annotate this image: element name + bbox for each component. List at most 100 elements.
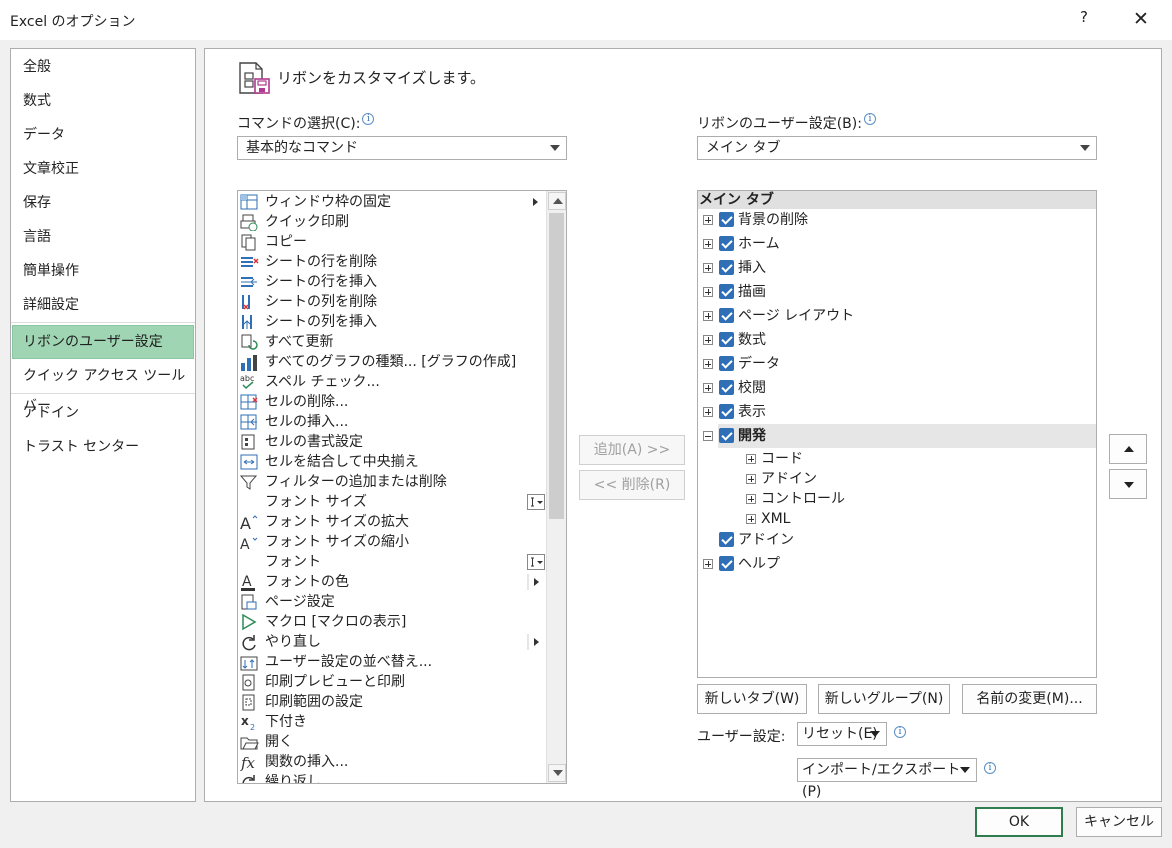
tab-checkbox[interactable]: [719, 356, 734, 371]
command-item[interactable]: x 2 下付き: [238, 712, 526, 732]
command-item[interactable]: クイック印刷: [238, 212, 526, 232]
info-icon[interactable]: i: [362, 113, 375, 125]
command-item[interactable]: 開く: [238, 732, 526, 752]
expand-icon[interactable]: [703, 311, 713, 321]
expand-icon[interactable]: [703, 263, 713, 273]
nav-item-general[interactable]: 全般: [23, 52, 51, 82]
ribbon-tabs-dropdown[interactable]: メイン タブ: [697, 136, 1097, 160]
command-item[interactable]: 印刷プレビューと印刷: [238, 672, 526, 692]
expand-icon[interactable]: [746, 474, 756, 484]
tab-checkbox[interactable]: [719, 332, 734, 347]
command-item[interactable]: シートの行を挿入: [238, 272, 526, 292]
command-item[interactable]: シートの列を削除: [238, 292, 526, 312]
command-item[interactable]: ユーザー設定の並べ替え...: [238, 652, 526, 672]
tab-checkbox[interactable]: [719, 556, 734, 571]
info-icon[interactable]: i: [894, 726, 906, 738]
nav-item-save[interactable]: 保存: [23, 188, 51, 218]
reset-dropdown[interactable]: リセット(E): [797, 722, 887, 746]
info-icon[interactable]: i: [863, 113, 876, 125]
nav-item-formulas[interactable]: 数式: [23, 86, 51, 116]
help-button[interactable]: ?: [1076, 8, 1092, 30]
panel-heading: リボンをカスタマイズします。: [277, 69, 486, 87]
command-item[interactable]: マクロ [マクロの表示]: [238, 612, 526, 632]
close-button[interactable]: ✕: [1128, 4, 1154, 34]
command-item[interactable]: 繰り返し: [238, 772, 526, 783]
command-item[interactable]: fx 関数の挿入...: [238, 752, 526, 772]
move-down-button[interactable]: [1109, 469, 1147, 499]
command-item[interactable]: 印刷範囲の設定: [238, 692, 526, 712]
tab-checkbox[interactable]: [719, 380, 734, 395]
command-item[interactable]: A フォント サイズの縮小: [238, 532, 526, 552]
expand-icon[interactable]: [703, 239, 713, 249]
expand-icon[interactable]: [703, 287, 713, 297]
ribbon-tab-item[interactable]: 開発: [703, 424, 1096, 448]
scroll-up-button[interactable]: [548, 192, 566, 210]
tab-checkbox[interactable]: [719, 284, 734, 299]
rename-button[interactable]: 名前の変更(M)...: [962, 684, 1097, 714]
command-item[interactable]: シートの列を挿入: [238, 312, 526, 332]
expand-icon[interactable]: [703, 407, 713, 417]
expand-icon[interactable]: [746, 494, 756, 504]
freeze-panes-icon: [240, 194, 258, 210]
scroll-thumb[interactable]: [549, 213, 564, 519]
nav-item-addins[interactable]: アドイン: [23, 398, 79, 428]
ok-button[interactable]: OK: [975, 807, 1063, 837]
cancel-button[interactable]: キャンセル: [1076, 807, 1162, 837]
command-item[interactable]: A フォント サイズの拡大: [238, 512, 526, 532]
command-item[interactable]: フォント サイズ: [238, 492, 545, 512]
tab-checkbox[interactable]: [719, 236, 734, 251]
commands-scrollbar[interactable]: [546, 191, 566, 783]
new-group-button[interactable]: 新しいグループ(N): [818, 684, 950, 714]
command-item[interactable]: ページ設定: [238, 592, 526, 612]
tab-checkbox[interactable]: [719, 404, 734, 419]
command-item[interactable]: セルの書式設定: [238, 432, 526, 452]
tab-checkbox[interactable]: [719, 428, 734, 443]
command-item[interactable]: abc スペル チェック...: [238, 372, 526, 392]
expand-icon[interactable]: [703, 383, 713, 393]
remove-button[interactable]: << 削除(R): [579, 470, 685, 500]
command-item[interactable]: やり直し: [238, 632, 539, 652]
nav-item-accessibility[interactable]: 簡単操作: [23, 256, 79, 286]
nav-item-quick-access-toolbar[interactable]: クイック アクセス ツール バー: [23, 361, 195, 414]
add-button[interactable]: 追加(A) >>: [579, 435, 685, 465]
command-item[interactable]: すべてのグラフの種類... [グラフの作成]: [238, 352, 526, 372]
tree-item-label: コード: [761, 451, 803, 467]
scroll-down-button[interactable]: [548, 764, 566, 782]
command-item[interactable]: セルを結合して中央揃え: [238, 452, 526, 472]
expand-icon[interactable]: [703, 335, 713, 345]
nav-item-data[interactable]: データ: [23, 120, 65, 150]
expand-icon[interactable]: [746, 514, 756, 524]
collapse-icon[interactable]: [703, 431, 713, 441]
nav-item-language[interactable]: 言語: [23, 222, 51, 252]
tab-checkbox[interactable]: [719, 532, 734, 547]
info-icon[interactable]: i: [984, 762, 996, 774]
expand-icon[interactable]: [703, 215, 713, 225]
command-item[interactable]: ウィンドウ枠の固定: [238, 192, 538, 212]
command-item[interactable]: すべて更新: [238, 332, 526, 352]
expand-icon[interactable]: [703, 359, 713, 369]
commands-list[interactable]: ウィンドウ枠の固定 クイック印刷 コピー シートの行を削除 シートの行を挿入 シートの列を…: [237, 190, 567, 784]
nav-item-customize-ribbon[interactable]: リボンのユーザー設定: [12, 325, 194, 359]
command-item[interactable]: A フォントの色: [238, 572, 539, 592]
command-item[interactable]: フォント: [238, 552, 545, 572]
delete-row-icon: [241, 257, 259, 267]
tab-checkbox[interactable]: [719, 308, 734, 323]
new-tab-button[interactable]: 新しいタブ(W): [697, 684, 807, 714]
ribbon-tree[interactable]: メイン タブ 背景の削除 ホーム 挿入 描画 ページ レイアウト 数式 データ 校閲 表示 開発コ…: [697, 190, 1097, 678]
nav-item-advanced[interactable]: 詳細設定: [23, 290, 79, 320]
nav-item-trust-center[interactable]: トラスト センター: [23, 432, 139, 462]
reset-label: リセット(E): [802, 726, 878, 742]
choose-commands-dropdown[interactable]: 基本的なコマンド: [237, 136, 567, 160]
command-item[interactable]: コピー: [238, 232, 526, 252]
command-item[interactable]: シートの行を削除: [238, 252, 526, 272]
command-item[interactable]: セルの削除...: [238, 392, 526, 412]
expand-icon[interactable]: [746, 454, 756, 464]
nav-item-proofing[interactable]: 文章校正: [23, 154, 79, 184]
command-item[interactable]: セルの挿入...: [238, 412, 526, 432]
tab-checkbox[interactable]: [719, 212, 734, 227]
move-up-button[interactable]: [1109, 434, 1147, 464]
import-export-dropdown[interactable]: インポート/エクスポート(P): [797, 758, 977, 800]
expand-icon[interactable]: [703, 559, 713, 569]
command-item[interactable]: フィルターの追加または削除: [238, 472, 526, 492]
tab-checkbox[interactable]: [719, 260, 734, 275]
